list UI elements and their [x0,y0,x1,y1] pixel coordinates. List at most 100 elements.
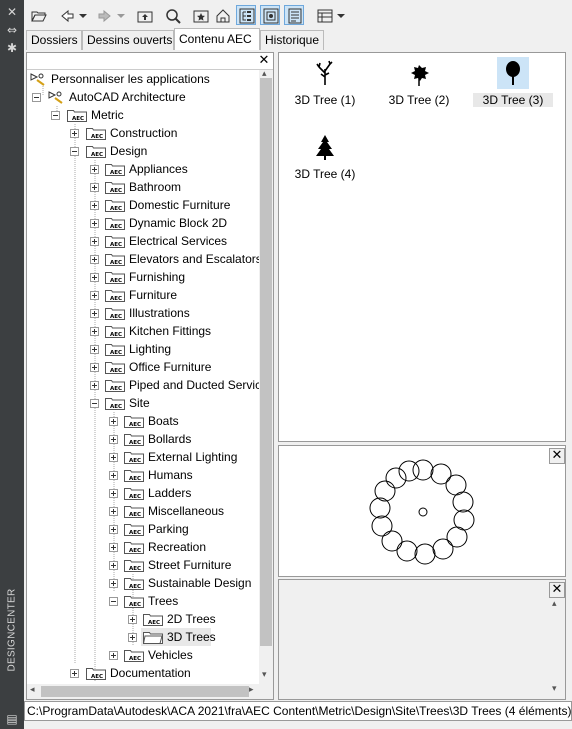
favorites-icon[interactable] [190,5,210,25]
expand-icon[interactable] [109,579,118,588]
expand-icon[interactable] [109,417,118,426]
expand-icon[interactable] [109,435,118,444]
expand-icon[interactable] [90,165,99,174]
content-item-3d-tree-2[interactable]: 3D Tree (2) [379,57,459,117]
tab-contenu-aec[interactable]: Contenu AEC [174,28,260,50]
tab-dossiers[interactable]: Dossiers [26,30,82,50]
content-item-3d-tree-3[interactable]: 3D Tree (3) [473,57,553,117]
tab-historique[interactable]: Historique [260,30,324,50]
expand-icon[interactable] [90,363,99,372]
tab-dessins-ouverts[interactable]: Dessins ouverts [82,30,174,50]
views-dropdown-icon[interactable] [334,5,346,25]
description-icon[interactable] [284,5,304,25]
expand-icon[interactable] [109,561,118,570]
expand-icon[interactable] [90,309,99,318]
svg-text:AEC: AEC [110,332,122,338]
expand-icon[interactable] [90,201,99,210]
designcenter-main: Dossiers Dessins ouverts Contenu AEC His… [24,0,572,729]
aec-folder-icon: AEC [105,236,125,248]
expand-icon[interactable] [90,219,99,228]
scroll-up-icon[interactable]: ▴ [552,599,557,609]
expand-icon[interactable] [109,651,118,660]
back-icon[interactable] [56,5,76,25]
views-icon[interactable] [314,5,334,25]
item-caption: 3D Tree (3) [473,93,553,107]
collapse-icon[interactable] [109,597,118,606]
back-dropdown-icon[interactable] [76,5,88,25]
properties-gear-icon[interactable]: ✱ [4,40,20,56]
collapse-icon[interactable] [90,399,99,408]
tree-label: Miscellaneous [148,504,225,518]
tree-toggle-icon[interactable] [236,5,256,25]
collapse-icon[interactable] [70,147,79,156]
preview-icon[interactable] [260,5,280,25]
expand-icon[interactable] [70,669,79,678]
scroll-down-icon[interactable]: ▾ [262,670,267,680]
aec-folder-icon: AEC [105,398,125,410]
tree-label: Furnishing [129,270,186,284]
scroll-right-icon[interactable]: ▸ [249,685,254,695]
svg-text:AEC: AEC [148,620,160,626]
expand-icon[interactable] [109,543,118,552]
svg-text:AEC: AEC [129,584,141,590]
aec-folder-icon: AEC [105,200,125,212]
expand-icon[interactable] [109,453,118,462]
tree-view[interactable]: Personnaliser les applications AutoCAD A… [27,70,259,684]
close-description-icon[interactable]: ✕ [549,582,565,598]
content-item-3d-tree-4[interactable]: 3D Tree (4) [285,131,365,191]
scroll-thumb[interactable] [260,78,272,646]
aec-folder-icon: AEC [67,110,87,122]
search-icon[interactable] [162,5,182,25]
expand-icon[interactable] [128,615,137,624]
expand-icon[interactable] [90,345,99,354]
scroll-thumb[interactable] [41,686,249,697]
aec-folder-icon: AEC [124,560,144,572]
forward-icon[interactable] [94,5,114,25]
expand-icon[interactable] [90,381,99,390]
aec-folder-icon: AEC [105,380,125,392]
up-icon[interactable] [134,5,154,25]
grip-icon[interactable]: ▤ [4,711,20,727]
tree-bare-icon [316,60,333,85]
expand-icon[interactable] [70,129,79,138]
expand-icon[interactable] [90,237,99,246]
close-icon[interactable]: ✕ [4,4,20,20]
tree-label: Trees [148,594,179,608]
tree-vertical-scrollbar[interactable]: ▴ ▾ [259,69,273,684]
content-area[interactable]: 3D Tree (1) 3D Tree (2) 3D Tree (3) 3D T… [278,52,566,442]
expand-icon[interactable] [109,471,118,480]
home-icon[interactable] [212,5,232,25]
expand-icon[interactable] [90,327,99,336]
open-icon[interactable] [28,5,48,25]
expand-icon[interactable] [90,255,99,264]
scroll-left-icon[interactable]: ◂ [30,685,35,695]
auto-hide-icon[interactable]: ⇔ [4,22,20,38]
tree-label: Bollards [148,432,192,446]
expand-icon[interactable] [90,273,99,282]
forward-dropdown-icon[interactable] [114,5,126,25]
close-tree-icon[interactable]: ✕ [257,54,271,68]
close-preview-icon[interactable]: ✕ [549,448,565,464]
collapse-icon[interactable] [32,93,41,102]
svg-text:AEC: AEC [110,296,122,302]
expand-icon[interactable] [128,633,137,642]
svg-text:AEC: AEC [129,512,141,518]
application-icon [48,91,63,104]
expand-icon[interactable] [109,525,118,534]
svg-text:AEC: AEC [110,170,122,176]
expand-icon[interactable] [90,183,99,192]
tree-horizontal-scrollbar[interactable]: ◂ ▸ [27,684,273,699]
expand-icon[interactable] [109,507,118,516]
tree-label: Humans [148,468,193,482]
svg-text:AEC: AEC [72,116,84,122]
expand-icon[interactable] [90,291,99,300]
customize-apps-icon [30,73,45,86]
svg-text:AEC: AEC [91,152,103,158]
item-caption: 3D Tree (1) [294,93,356,107]
expand-icon[interactable] [109,489,118,498]
aec-folder-icon: AEC [105,182,125,194]
content-item-3d-tree-1[interactable]: 3D Tree (1) [285,57,365,117]
scroll-down-icon[interactable]: ▾ [552,684,557,694]
collapse-icon[interactable] [51,111,60,120]
aec-folder-icon: AEC [105,290,125,302]
